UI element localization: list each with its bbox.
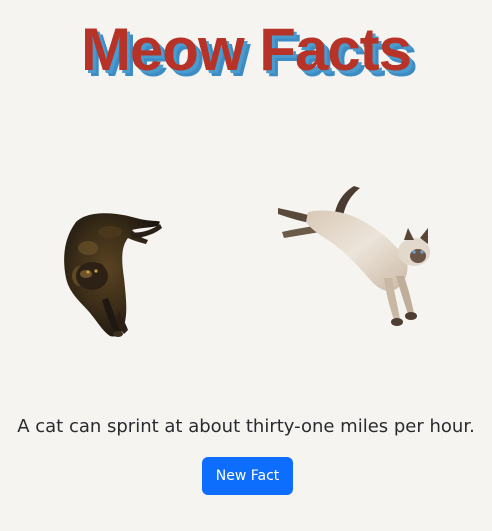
new-fact-button[interactable]: New Fact	[202, 457, 293, 495]
cat-fact-text: A cat can sprint at about thirty-one mil…	[17, 416, 475, 437]
tortoiseshell-cat-image	[64, 213, 162, 337]
page-title: Meow Facts	[80, 16, 412, 83]
siamese-cat-image	[278, 186, 430, 326]
